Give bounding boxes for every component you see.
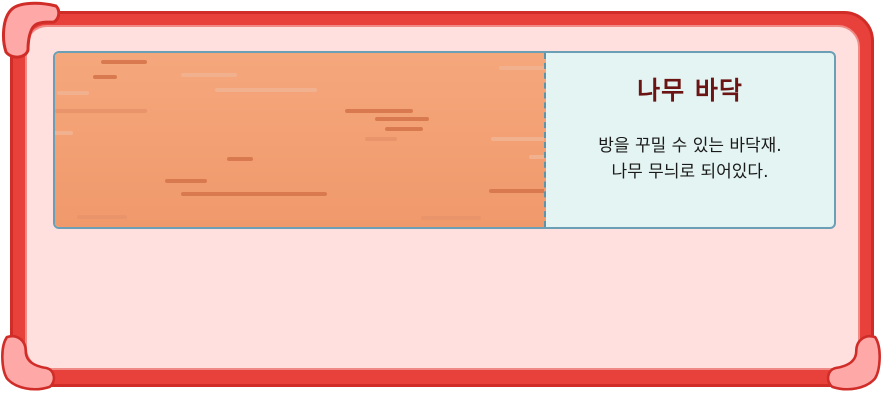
item-description-line-1: 방을 꾸밀 수 있는 바닥재.: [598, 136, 782, 156]
wood-floor-preview: [55, 53, 546, 227]
item-title: 나무 바닥: [637, 76, 743, 105]
item-description-line-2: 나무 무늬로 되어있다.: [611, 162, 769, 182]
item-info-panel: 나무 바닥 방을 꾸밀 수 있는 바닥재. 나무 무늬로 되어있다.: [546, 53, 834, 227]
wood-grain-icon: [55, 60, 544, 220]
corner-ornament-bottom-right-icon: [826, 335, 881, 391]
item-card: 나무 바닥 방을 꾸밀 수 있는 바닥재. 나무 무늬로 되어있다.: [53, 51, 836, 229]
corner-ornament-bottom-left-icon: [1, 335, 56, 391]
corner-ornament-top-left-icon: [2, 1, 60, 59]
item-description: 방을 꾸밀 수 있는 바닥재. 나무 무늬로 되어있다.: [546, 133, 834, 185]
